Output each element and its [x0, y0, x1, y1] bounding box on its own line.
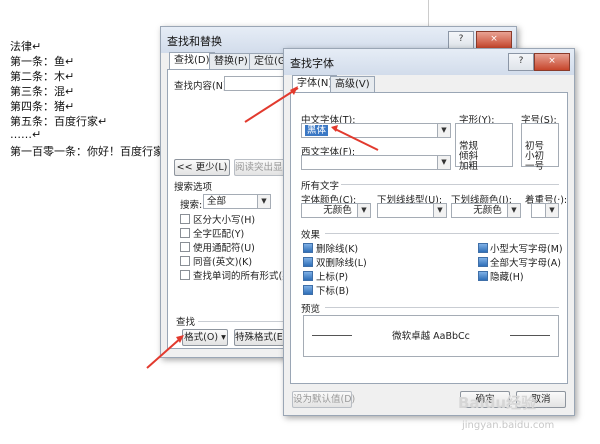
annotation-arrows — [146, 86, 379, 369]
watermark-url: jingyan.baidu.com — [462, 420, 555, 431]
arrowhead — [290, 86, 298, 95]
watermark-logo: Baidu经验 — [458, 394, 537, 412]
arrow-line-font-tab — [244, 87, 299, 123]
arrow-line-font-value — [332, 127, 379, 151]
arrow-line-format — [146, 336, 183, 369]
